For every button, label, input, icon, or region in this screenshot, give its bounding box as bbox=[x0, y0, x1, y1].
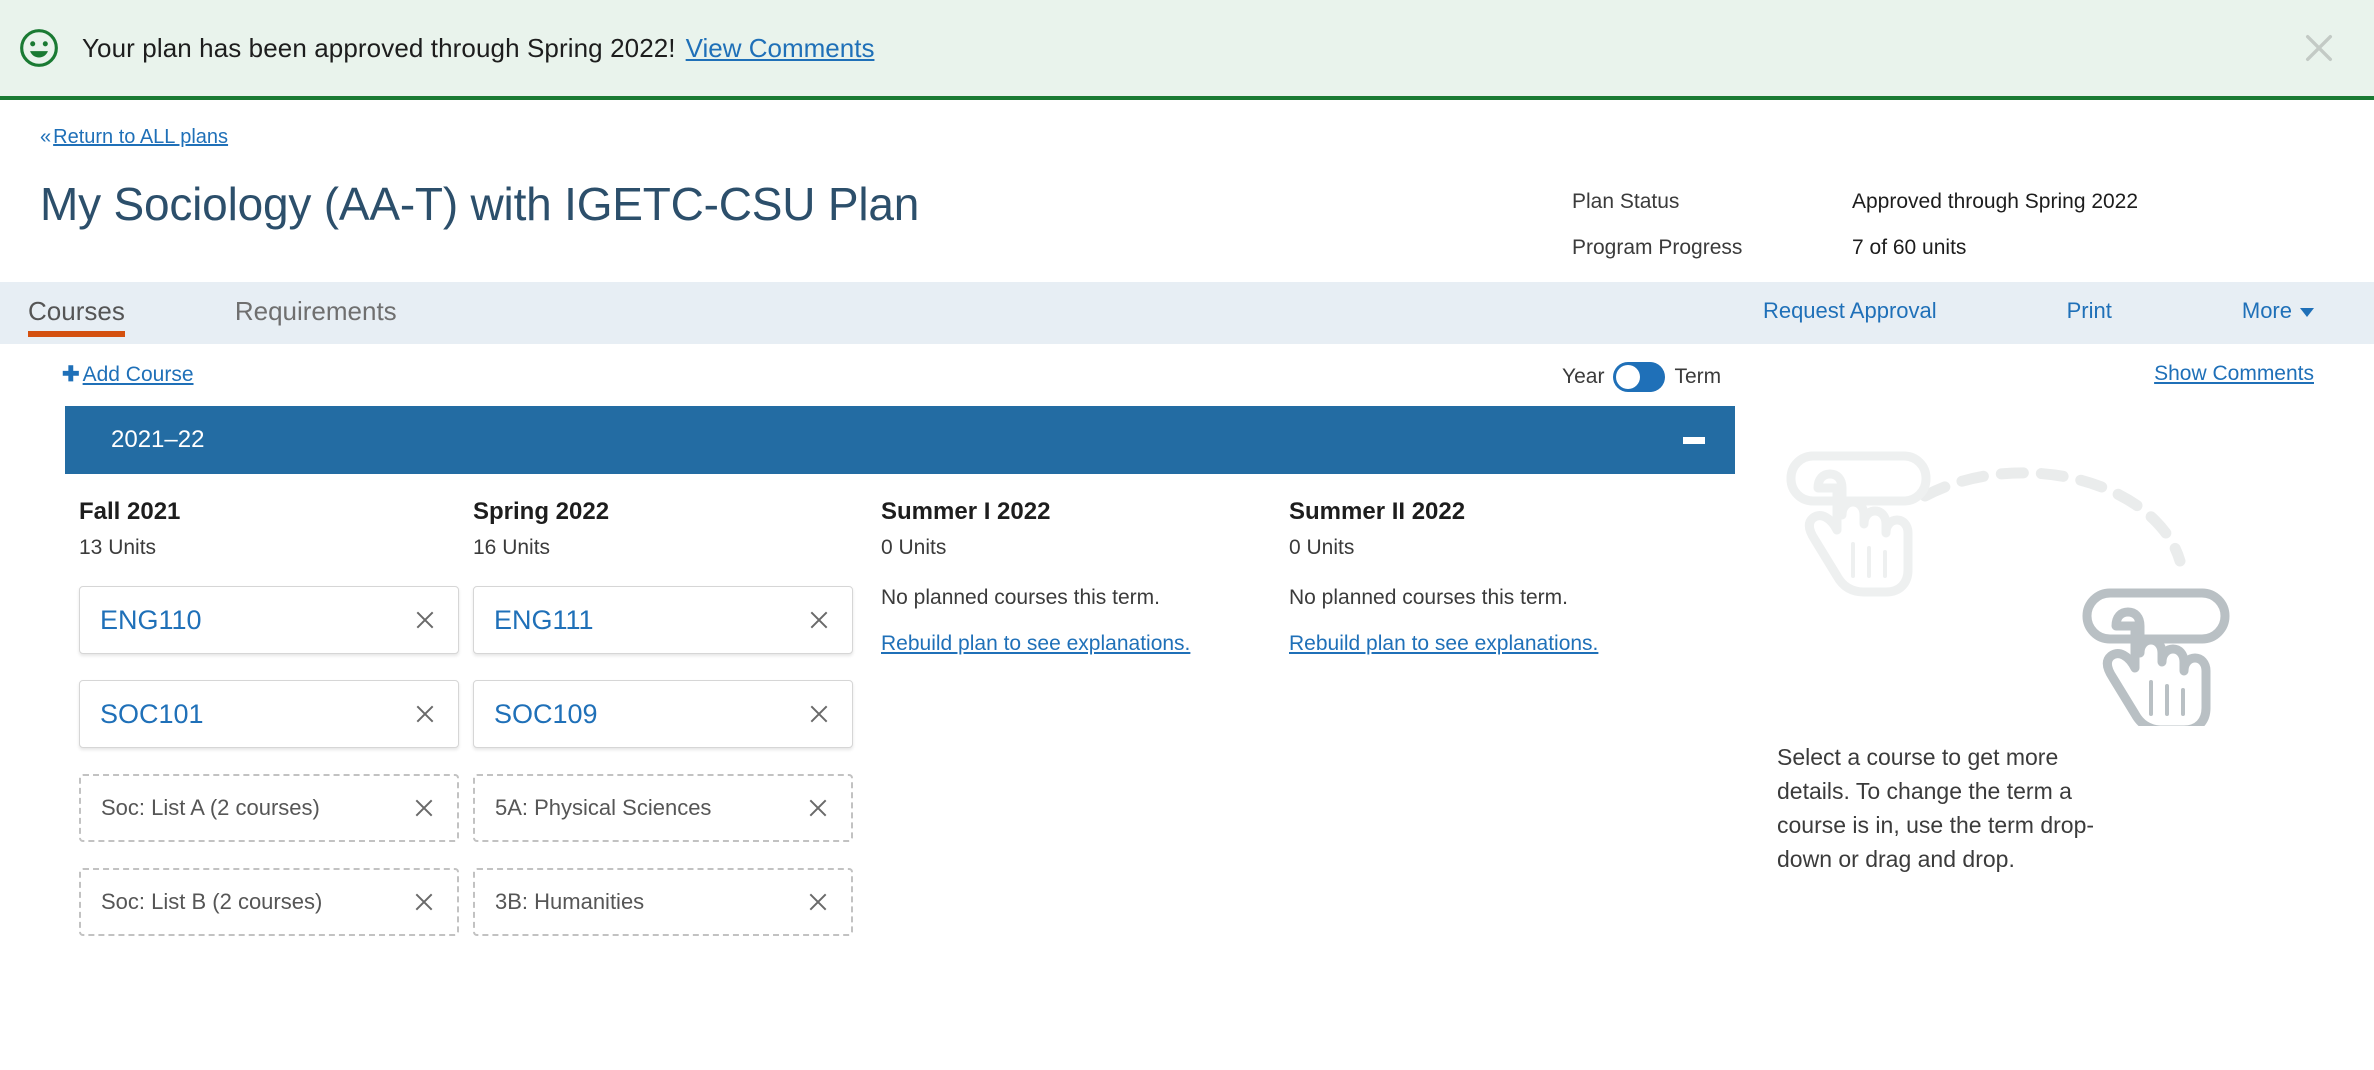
term-empty-message: No planned courses this term. bbox=[1289, 586, 1697, 610]
term-name: Spring 2022 bbox=[473, 498, 881, 526]
close-icon[interactable] bbox=[413, 797, 435, 819]
close-icon[interactable] bbox=[807, 797, 829, 819]
program-progress-label: Program Progress bbox=[1572, 236, 1852, 260]
status-row-plan-status: Plan Status Approved through Spring 2022 bbox=[1572, 190, 2138, 214]
year-label: 2021–22 bbox=[111, 426, 204, 454]
approval-banner: Your plan has been approved through Spri… bbox=[0, 0, 2374, 100]
course-placeholder-label: 5A: Physical Sciences bbox=[495, 795, 711, 821]
plan-status-label: Plan Status bbox=[1572, 190, 1852, 214]
banner-message: Your plan has been approved through Spri… bbox=[82, 33, 676, 64]
toggle-year-label: Year bbox=[1562, 365, 1604, 389]
course-placeholder-label: Soc: List B (2 courses) bbox=[101, 889, 322, 915]
term-name: Summer I 2022 bbox=[881, 498, 1289, 526]
help-panel: Select a course to get more details. To … bbox=[1765, 426, 2325, 876]
plus-icon: ✚ bbox=[62, 363, 80, 386]
course-code: SOC101 bbox=[100, 699, 204, 730]
more-menu-button[interactable]: More bbox=[2242, 298, 2314, 324]
toggle-knob bbox=[1616, 365, 1640, 389]
close-icon[interactable] bbox=[807, 891, 829, 913]
plan-status-value: Approved through Spring 2022 bbox=[1852, 190, 2138, 214]
more-menu-label: More bbox=[2242, 298, 2292, 323]
term-units: 16 Units bbox=[473, 536, 881, 560]
close-icon[interactable] bbox=[808, 609, 830, 631]
toggle-switch[interactable] bbox=[1613, 362, 1665, 392]
tab-actions: Request Approval Print More bbox=[1763, 298, 2314, 324]
tab-courses[interactable]: Courses bbox=[28, 282, 125, 337]
close-icon[interactable] bbox=[414, 609, 436, 631]
term-columns: Fall 2021 13 Units ENG110 SOC101 Soc: Li… bbox=[65, 474, 1735, 962]
close-icon[interactable] bbox=[414, 703, 436, 725]
tab-bar: Courses Requirements Request Approval Pr… bbox=[0, 282, 2374, 344]
term-column-fall-2021: Fall 2021 13 Units ENG110 SOC101 Soc: Li… bbox=[65, 498, 473, 962]
tab-requirements[interactable]: Requirements bbox=[235, 282, 397, 337]
double-chevron-left-icon: « bbox=[40, 126, 51, 149]
minus-icon[interactable] bbox=[1683, 437, 1705, 444]
program-progress-value: 7 of 60 units bbox=[1852, 236, 1966, 260]
request-approval-button[interactable]: Request Approval bbox=[1763, 298, 1937, 324]
year-term-toggle[interactable]: Year Term bbox=[1562, 362, 1721, 392]
view-comments-link[interactable]: View Comments bbox=[686, 33, 875, 64]
course-placeholder-label: 3B: Humanities bbox=[495, 889, 644, 915]
print-button[interactable]: Print bbox=[2067, 298, 2112, 324]
drag-and-drop-hands-illustration bbox=[1765, 426, 2285, 726]
term-units: 0 Units bbox=[881, 536, 1289, 560]
course-placeholder-card[interactable]: Soc: List A (2 courses) bbox=[79, 774, 459, 842]
plan-body: 2021–22 Fall 2021 13 Units ENG110 SOC101… bbox=[0, 406, 2374, 962]
add-course-label: Add Course bbox=[83, 363, 194, 386]
plan-toolbar: ✚Add Course Year Term Show Comments bbox=[0, 344, 2374, 406]
toggle-term-label: Term bbox=[1674, 365, 1721, 389]
add-course-button[interactable]: ✚Add Course bbox=[62, 362, 194, 387]
course-placeholder-card[interactable]: Soc: List B (2 courses) bbox=[79, 868, 459, 936]
close-icon[interactable] bbox=[413, 891, 435, 913]
term-column-spring-2022: Spring 2022 16 Units ENG111 SOC109 5A: P… bbox=[473, 498, 881, 962]
page-header: «Return to ALL plans My Sociology (AA-T)… bbox=[0, 100, 2374, 282]
chevron-down-icon bbox=[2300, 308, 2314, 317]
term-units: 0 Units bbox=[1289, 536, 1697, 560]
course-card[interactable]: SOC101 bbox=[79, 680, 459, 748]
plan-status-block: Plan Status Approved through Spring 2022… bbox=[1572, 190, 2138, 282]
rebuild-plan-link[interactable]: Rebuild plan to see explanations. bbox=[881, 632, 1289, 656]
rebuild-plan-link[interactable]: Rebuild plan to see explanations. bbox=[1289, 632, 1697, 656]
close-icon[interactable] bbox=[2302, 31, 2336, 65]
smiley-face-icon bbox=[18, 27, 60, 69]
term-empty-message: No planned courses this term. bbox=[881, 586, 1289, 610]
close-icon[interactable] bbox=[808, 703, 830, 725]
year-header[interactable]: 2021–22 bbox=[65, 406, 1735, 474]
course-code: ENG110 bbox=[100, 605, 202, 636]
course-code: SOC109 bbox=[494, 699, 598, 730]
course-placeholder-card[interactable]: 3B: Humanities bbox=[473, 868, 853, 936]
term-name: Summer II 2022 bbox=[1289, 498, 1697, 526]
return-to-all-plans-link[interactable]: «Return to ALL plans bbox=[40, 126, 228, 149]
course-card[interactable]: ENG111 bbox=[473, 586, 853, 654]
help-text: Select a course to get more details. To … bbox=[1765, 740, 2125, 876]
return-link-label: Return to ALL plans bbox=[53, 126, 228, 148]
course-placeholder-card[interactable]: 5A: Physical Sciences bbox=[473, 774, 853, 842]
course-code: ENG111 bbox=[494, 605, 594, 636]
term-column-summer-i-2022: Summer I 2022 0 Units No planned courses… bbox=[881, 498, 1289, 962]
show-comments-link[interactable]: Show Comments bbox=[2154, 362, 2314, 386]
term-units: 13 Units bbox=[79, 536, 473, 560]
term-column-summer-ii-2022: Summer II 2022 0 Units No planned course… bbox=[1289, 498, 1697, 962]
course-card[interactable]: SOC109 bbox=[473, 680, 853, 748]
course-placeholder-label: Soc: List A (2 courses) bbox=[101, 795, 320, 821]
tab-list: Courses Requirements bbox=[0, 282, 507, 337]
year-panel-2021-22: 2021–22 Fall 2021 13 Units ENG110 SOC101… bbox=[65, 406, 1735, 962]
status-row-program-progress: Program Progress 7 of 60 units bbox=[1572, 236, 2138, 260]
course-card[interactable]: ENG110 bbox=[79, 586, 459, 654]
term-name: Fall 2021 bbox=[79, 498, 473, 526]
